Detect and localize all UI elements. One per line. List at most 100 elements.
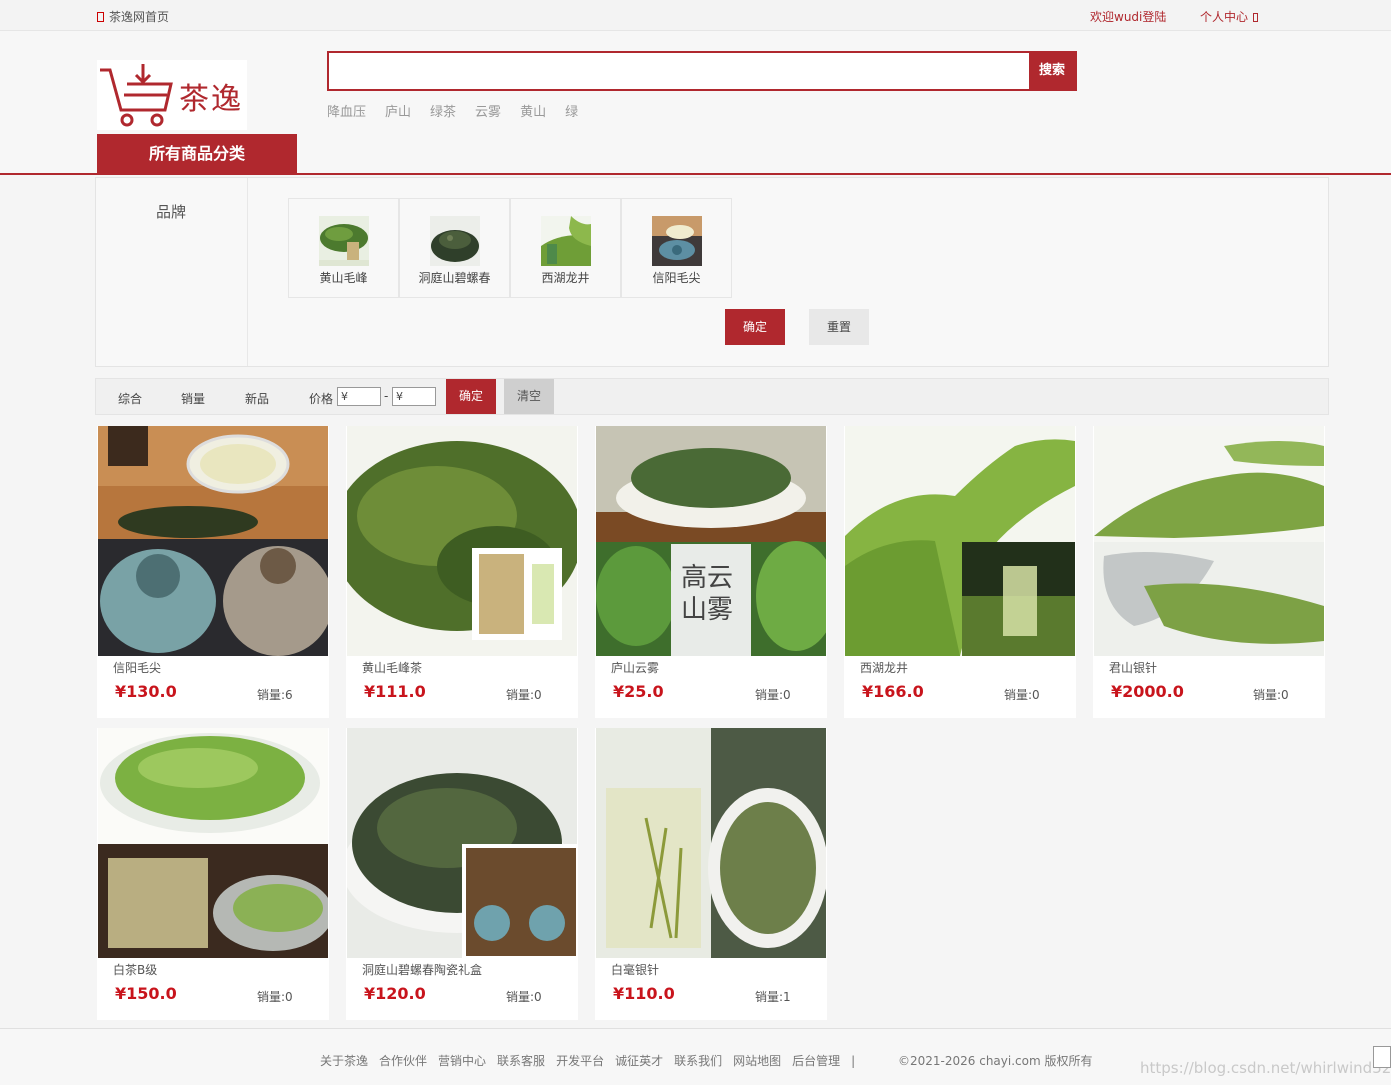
tea-product-photo [98, 728, 328, 958]
tea-product-photo [347, 728, 577, 958]
footer-link[interactable]: 开发平台 [556, 1054, 604, 1068]
brand-option-label: 黄山毛峰 [319, 271, 368, 285]
watermark: https://blog.csdn.net/whirlwind526 [1140, 1059, 1391, 1077]
brand-option-huangshan[interactable]: 黄山毛峰 [288, 198, 399, 298]
all-categories-button[interactable]: 所有商品分类 [97, 134, 297, 174]
tea-cup-thumbnail-icon [652, 216, 702, 266]
filter-confirm-button[interactable]: 确定 [725, 309, 785, 345]
brand-option-label: 西湖龙井 [541, 271, 590, 285]
tea-product-photo [347, 426, 577, 656]
product-price: ¥166.0 [862, 682, 924, 701]
product-name[interactable]: 白茶B级 [113, 961, 157, 978]
sort-sales[interactable]: 销量 [181, 390, 205, 407]
copyright: ©2021-2026 chayi.com 版权所有 [898, 1054, 1093, 1068]
corner-widget-icon[interactable] [1373, 1046, 1391, 1068]
product-card[interactable]: 洞庭山碧螺春陶瓷礼盒 ¥120.0 销量:0 [346, 728, 578, 1020]
hot-word-link[interactable]: 绿茶 [430, 101, 456, 120]
tea-leaf-thumbnail-icon [541, 216, 591, 266]
brand-option-xinyang[interactable]: 信阳毛尖 [621, 198, 732, 298]
svg-text:高云: 高云 [681, 563, 733, 593]
footer-link[interactable]: 营销中心 [438, 1054, 486, 1068]
product-image[interactable] [347, 426, 577, 656]
product-image[interactable] [596, 728, 826, 958]
product-sales: 销量:0 [506, 990, 542, 1004]
product-sales: 销量:0 [1004, 688, 1040, 702]
sort-composite[interactable]: 综合 [118, 390, 142, 407]
sort-bar: 综合 销量 新品 价格 ¥ - ¥ 确定 清空 [95, 378, 1329, 415]
price-label: 价格 [309, 392, 334, 406]
product-card[interactable]: 白毫银针 ¥110.0 销量:1 [595, 728, 827, 1020]
product-name[interactable]: 信阳毛尖 [113, 659, 161, 676]
brand-list: 黄山毛峰 洞庭山碧螺春 西湖龙井 信阳毛尖 [288, 198, 732, 298]
price-max-input[interactable]: ¥ [392, 387, 436, 406]
price-clear-button[interactable]: 清空 [504, 379, 554, 414]
home-icon [97, 12, 104, 22]
product-card[interactable]: 君山银针 ¥2000.0 销量:0 [1093, 426, 1325, 718]
footer-link[interactable]: 合作伙伴 [379, 1054, 427, 1068]
product-name[interactable]: 洞庭山碧螺春陶瓷礼盒 [362, 961, 482, 978]
product-sales: 销量:1 [755, 990, 791, 1004]
search-input[interactable] [329, 53, 1029, 89]
top-bar: 茶逸网首页 欢迎wudi登陆 个人中心 [0, 0, 1391, 31]
product-sales: 销量:0 [1253, 688, 1289, 702]
search-button[interactable]: 搜索 [1029, 53, 1075, 89]
tea-product-photo: 高云 山雾 [596, 426, 826, 656]
welcome-login-link[interactable]: 欢迎wudi登陆 [1090, 8, 1166, 25]
sort-new[interactable]: 新品 [245, 390, 269, 407]
product-card[interactable]: 信阳毛尖 ¥130.0 销量:6 [97, 426, 329, 718]
user-center-icon [1253, 13, 1259, 22]
footer-link[interactable]: 联系我们 [674, 1054, 722, 1068]
product-price: ¥2000.0 [1111, 682, 1184, 701]
cart-icon [100, 64, 173, 127]
brand-filter-label: 品牌 [156, 203, 187, 221]
hot-word-link[interactable]: 黄山 [520, 101, 546, 120]
product-image[interactable]: 高云 山雾 [596, 426, 826, 656]
product-image[interactable] [98, 728, 328, 958]
brand-filter-label-column: 品牌 [96, 178, 248, 366]
product-card[interactable]: 西湖龙井 ¥166.0 销量:0 [844, 426, 1076, 718]
product-image[interactable] [98, 426, 328, 656]
product-name[interactable]: 庐山云雾 [611, 659, 659, 676]
product-sales: 销量:0 [506, 688, 542, 702]
footer-link[interactable]: 诚征英才 [615, 1054, 663, 1068]
hot-word-link[interactable]: 降血压 [327, 101, 366, 120]
product-card[interactable]: 白茶B级 ¥150.0 销量:0 [97, 728, 329, 1020]
tea-leaf-thumbnail-icon [430, 216, 480, 266]
footer-link[interactable]: 联系客服 [497, 1054, 545, 1068]
user-center-link[interactable]: 个人中心 [1200, 8, 1259, 25]
product-name[interactable]: 西湖龙井 [860, 659, 908, 676]
price-range-dash: - [384, 389, 389, 403]
hot-word-link[interactable]: 云雾 [475, 101, 501, 120]
product-image[interactable] [347, 728, 577, 958]
search-box: 搜索 [327, 51, 1077, 91]
product-sales: 销量:0 [755, 688, 791, 702]
hot-word-link[interactable]: 庐山 [385, 101, 411, 120]
user-center-label: 个人中心 [1200, 10, 1249, 24]
filter-reset-button[interactable]: 重置 [809, 309, 869, 345]
price-confirm-button[interactable]: 确定 [446, 379, 496, 414]
footer-link[interactable]: 后台管理 [792, 1054, 840, 1068]
product-card[interactable]: 黄山毛峰茶 ¥111.0 销量:0 [346, 426, 578, 718]
svg-text:山雾: 山雾 [681, 595, 733, 625]
header: 茶逸 所有商品分类 搜索 降血压 庐山 绿茶 云雾 黄山绿 [0, 31, 1391, 175]
logo-text: 茶逸 [179, 82, 243, 117]
footer-link[interactable]: 关于茶逸 [320, 1054, 368, 1068]
product-image[interactable] [1094, 426, 1324, 656]
hot-word-link[interactable]: 绿 [565, 101, 578, 120]
home-link[interactable]: 茶逸网首页 [97, 8, 169, 25]
product-image[interactable] [845, 426, 1075, 656]
brand-option-longjing[interactable]: 西湖龙井 [510, 198, 621, 298]
product-name[interactable]: 黄山毛峰茶 [362, 659, 422, 676]
brand-option-biluochun[interactable]: 洞庭山碧螺春 [399, 198, 510, 298]
tea-product-photo [845, 426, 1075, 656]
product-name[interactable]: 君山银针 [1109, 659, 1157, 676]
tea-leaf-thumbnail-icon [319, 216, 369, 266]
product-price: ¥120.0 [364, 984, 426, 1003]
footer-link[interactable]: 网站地图 [733, 1054, 781, 1068]
product-sales: 销量:0 [257, 990, 293, 1004]
site-logo[interactable]: 茶逸 [97, 60, 247, 130]
price-min-input[interactable]: ¥ [337, 387, 381, 406]
product-name[interactable]: 白毫银针 [611, 961, 659, 978]
product-card[interactable]: 高云 山雾 庐山云雾 ¥25.0 销量:0 [595, 426, 827, 718]
brand-option-label: 洞庭山碧螺春 [418, 271, 491, 285]
